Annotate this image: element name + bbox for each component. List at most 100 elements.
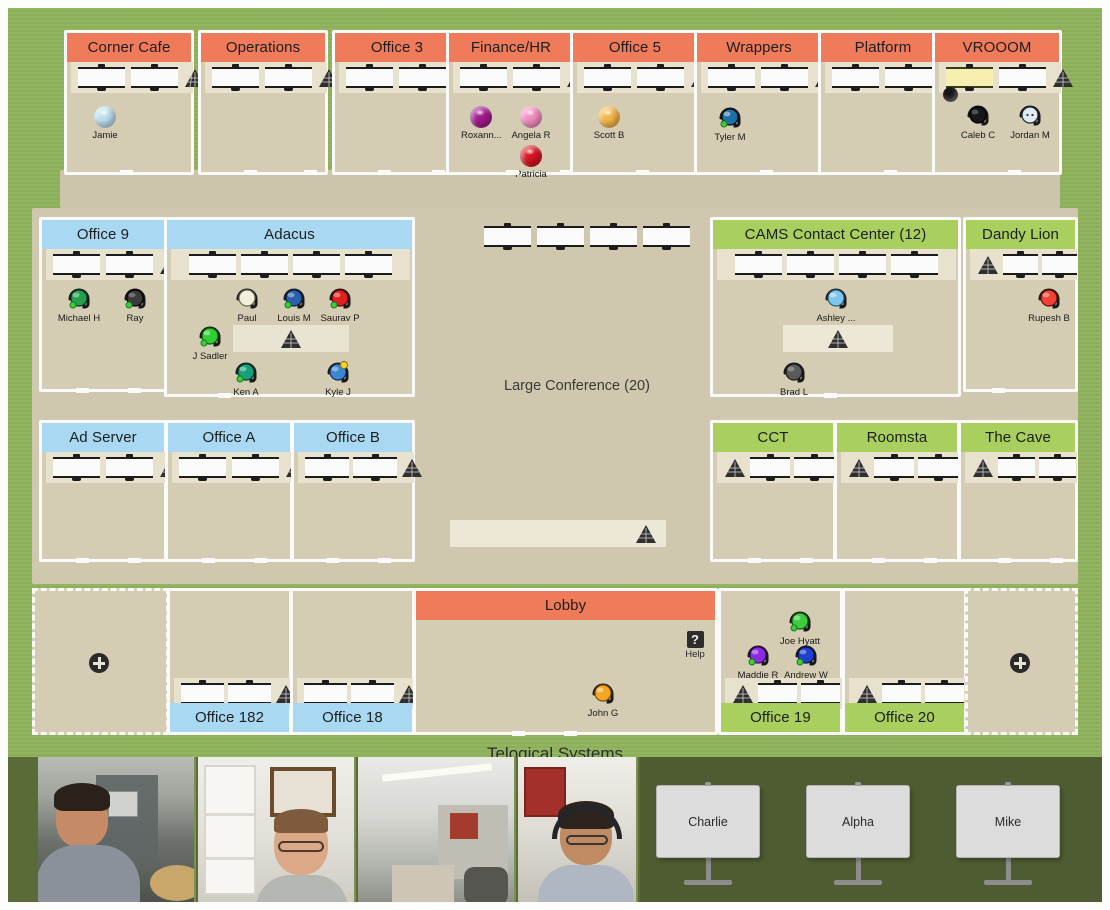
desk[interactable] — [925, 680, 964, 707]
desk[interactable] — [874, 454, 914, 481]
room-platform[interactable]: Platform — [818, 30, 959, 175]
desk-bank-corner-cafe[interactable] — [71, 62, 205, 93]
desk-bank-roomsta[interactable] — [841, 452, 959, 483]
desk[interactable] — [998, 454, 1035, 481]
desk[interactable] — [305, 454, 349, 481]
room-office-b[interactable]: Office B — [291, 420, 422, 562]
help-button[interactable]: ? Help — [680, 631, 710, 660]
desk[interactable] — [794, 454, 834, 481]
desk[interactable] — [637, 64, 684, 91]
room-dandy-lion[interactable]: Dandy Lion Rupesh B — [963, 217, 1078, 392]
room-office-3[interactable]: Office 3 — [332, 30, 473, 175]
avatar[interactable]: Michael H — [56, 286, 102, 324]
desk[interactable] — [304, 680, 347, 707]
room-lobby[interactable]: Lobby ? Help John G — [413, 588, 718, 735]
desk[interactable] — [228, 680, 271, 707]
desk-bank-vrooom[interactable] — [939, 62, 1073, 93]
expansion-zone-right[interactable] — [965, 588, 1078, 735]
desk[interactable] — [801, 680, 840, 707]
room-vrooom[interactable]: VROOOM Caleb C Jordan M — [932, 30, 1073, 175]
room-office-9[interactable]: Office 9 Michael H Ray — [39, 217, 180, 392]
avatar[interactable]: J Sadler — [187, 324, 233, 362]
desk[interactable] — [189, 251, 236, 278]
desk-bank-platform[interactable] — [825, 62, 959, 93]
avatar[interactable]: Ashley ... — [813, 286, 859, 324]
desk[interactable] — [1003, 251, 1038, 278]
avatar[interactable]: Jamie — [85, 106, 125, 141]
desk-bank-office-5[interactable] — [577, 62, 711, 93]
room-corner-cafe[interactable]: Corner Cafe Jamie — [64, 30, 205, 175]
avatar[interactable]: Louis M — [271, 286, 317, 324]
desk-highlighted[interactable] — [946, 64, 993, 91]
desk[interactable] — [787, 251, 834, 278]
desk[interactable] — [590, 223, 637, 250]
screen-share-alpha[interactable]: Alpha — [806, 782, 910, 885]
video-feed-3[interactable] — [358, 757, 516, 902]
desk[interactable] — [750, 454, 790, 481]
avatar[interactable]: Paul — [224, 286, 270, 324]
desk[interactable] — [106, 454, 153, 481]
room-office-18[interactable]: Office 18 — [290, 588, 419, 735]
desk-bank-cams[interactable] — [717, 249, 956, 280]
desk-bank-cct[interactable] — [717, 452, 835, 483]
avatar[interactable]: Caleb C — [955, 103, 1001, 141]
desk-bank-adacus[interactable] — [171, 249, 410, 280]
screen-share-charlie[interactable]: Charlie — [656, 782, 760, 885]
room-office-5[interactable]: Office 5 Scott B — [570, 30, 711, 175]
desk[interactable] — [353, 454, 397, 481]
room-office-19[interactable]: Joe Hyatt Maddie R Andrew W Office 19 — [718, 588, 843, 735]
avatar[interactable]: Angela R — [511, 106, 551, 141]
add-room-button-left[interactable] — [89, 653, 109, 673]
desk[interactable] — [53, 251, 100, 278]
desk[interactable] — [351, 680, 394, 707]
video-feed-4[interactable] — [518, 757, 638, 902]
desk-bank-finance-hr[interactable] — [453, 62, 587, 93]
desk[interactable] — [212, 64, 259, 91]
expansion-zone-left[interactable] — [32, 588, 169, 735]
desk[interactable] — [1039, 454, 1076, 481]
add-room-button-right[interactable] — [1010, 653, 1030, 673]
desk[interactable] — [131, 64, 178, 91]
desk-bank-wrappers[interactable] — [701, 62, 835, 93]
desk[interactable] — [839, 251, 886, 278]
desk[interactable] — [537, 223, 584, 250]
avatar[interactable]: Jordan M — [1007, 103, 1053, 141]
avatar[interactable]: Joe Hyatt — [777, 609, 823, 647]
desk-bank-conference-north[interactable] — [477, 222, 690, 251]
room-finance-hr[interactable]: Finance/HR Roxann... Angela R Patricia — [446, 30, 587, 180]
desk[interactable] — [53, 454, 100, 481]
room-roomsta[interactable]: Roomsta — [834, 420, 960, 562]
desk[interactable] — [265, 64, 312, 91]
avatar[interactable]: John G — [580, 681, 626, 719]
desk[interactable] — [106, 251, 153, 278]
desk[interactable] — [643, 223, 690, 250]
room-wrappers[interactable]: Wrappers Tyler M — [694, 30, 835, 175]
avatar[interactable]: Rupesh B — [1026, 286, 1072, 324]
conference-table[interactable] — [450, 520, 666, 547]
avatar[interactable]: Ray — [112, 286, 158, 324]
desk-bank-office-9[interactable] — [46, 249, 180, 280]
desk-bank-ad-server[interactable] — [46, 452, 180, 483]
room-office-182[interactable]: Office 182 — [167, 588, 296, 735]
desk[interactable] — [346, 64, 393, 91]
desk[interactable] — [885, 64, 932, 91]
room-adacus[interactable]: Adacus Paul Louis M Saurav P J Sadler Ke… — [164, 217, 415, 398]
desk[interactable] — [179, 454, 226, 481]
desk[interactable] — [891, 251, 938, 278]
desk-bank-operations[interactable] — [205, 62, 339, 93]
desk-bank-the-cave[interactable] — [965, 452, 1077, 483]
avatar-seated-marker[interactable] — [943, 87, 958, 102]
avatar[interactable]: Maddie R — [735, 643, 781, 681]
desk[interactable] — [918, 454, 958, 481]
desk[interactable] — [484, 223, 531, 250]
desk-bank-dandy-lion[interactable] — [970, 249, 1077, 280]
desk[interactable] — [761, 64, 808, 91]
desk[interactable] — [999, 64, 1046, 91]
desk[interactable] — [832, 64, 879, 91]
desk-bank-office-b[interactable] — [298, 452, 422, 483]
desk[interactable] — [708, 64, 755, 91]
avatar[interactable]: Kyle J — [315, 360, 361, 398]
desk[interactable] — [241, 251, 288, 278]
room-operations[interactable]: Operations — [198, 30, 339, 175]
desk[interactable] — [758, 680, 797, 707]
